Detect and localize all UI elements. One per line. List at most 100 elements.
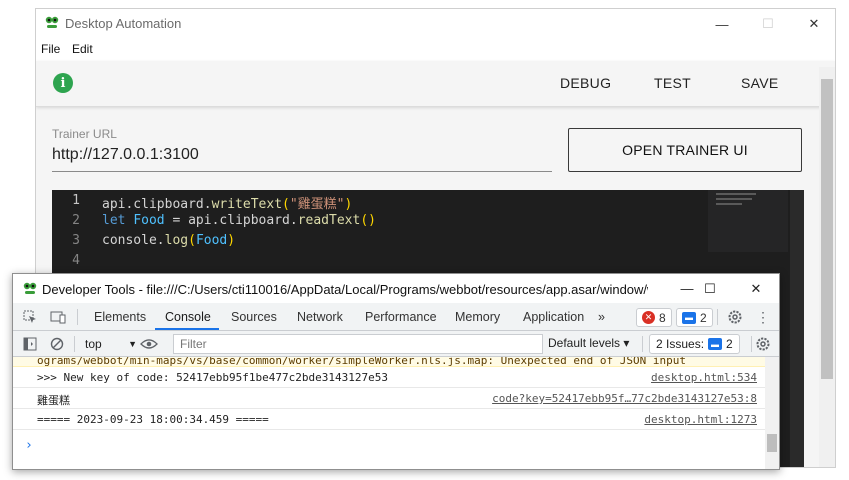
more-tabs-button[interactable]: » <box>598 310 605 324</box>
open-trainer-ui-button[interactable]: OPEN TRAINER UI <box>568 128 802 172</box>
console-source-link[interactable]: code?key=52417ebb95f…77c2bde3143127e53:8 <box>492 392 757 405</box>
console-warning-message: ograms/webbot/min-maps/vs/base/common/wo… <box>13 357 765 367</box>
context-select-value: top <box>85 337 102 351</box>
console-message-text: 雞蛋糕 <box>37 394 70 407</box>
devtools-window: Developer Tools - file:///C:/Users/cti11… <box>12 273 780 470</box>
code-token: ) <box>227 233 236 248</box>
info-icon-glyph: i <box>60 75 66 91</box>
close-icon: ✕ <box>808 16 820 31</box>
menu-file[interactable]: File <box>41 42 60 56</box>
issues-count: 2 <box>726 337 733 351</box>
devtools-close-button[interactable]: ✕ <box>733 274 779 303</box>
info-count-badge[interactable]: ▬ 2 <box>676 308 713 327</box>
test-button[interactable]: TEST <box>654 75 691 91</box>
error-count-badge[interactable]: ✕ 8 <box>636 308 672 327</box>
context-select[interactable]: top ▼ <box>83 335 139 353</box>
devtools-titlebar: Developer Tools - file:///C:/Users/cti11… <box>13 274 779 303</box>
console-source-link[interactable]: desktop.html:1273 <box>644 413 757 426</box>
code-token: () <box>360 213 376 228</box>
console-scrollbar[interactable] <box>765 357 779 469</box>
toolbar-divider <box>74 336 75 352</box>
kebab-menu-icon[interactable]: ⋮ <box>754 308 772 326</box>
toolbar-divider <box>77 309 78 325</box>
console-message-text: ===== 2023-09-23 18:00:34.459 ===== <box>37 413 269 426</box>
console-message-text: >>> New key of code: 52417ebb95f1be477c2… <box>37 371 388 384</box>
issues-label: 2 Issues: <box>656 337 705 351</box>
message-icon: ▬ <box>682 311 696 324</box>
console-filterbar: top ▼ Filter Default levels ▾ 2 Issues: … <box>13 331 779 357</box>
tab-network[interactable]: Network <box>297 310 343 324</box>
devtools-maximize-button[interactable]: ☐ <box>687 274 733 303</box>
console-message-text: ograms/webbot/min-maps/vs/base/common/wo… <box>37 357 687 367</box>
gear-icon[interactable] <box>754 335 772 353</box>
console-message: >>> New key of code: 52417ebb95f1be477c2… <box>13 367 765 388</box>
line-number: 1 <box>72 193 80 208</box>
info-count: 2 <box>700 310 707 325</box>
tab-application[interactable]: Application <box>523 310 584 324</box>
app-logo-icon <box>45 16 59 28</box>
maximize-icon: ☐ <box>762 16 774 31</box>
code-token: = api.clipboard. <box>164 213 298 228</box>
inspect-icon[interactable] <box>21 308 39 326</box>
code-line-1: api.clipboard.writeText("雞蛋糕") <box>102 193 352 212</box>
line-number: 4 <box>72 253 80 268</box>
code-token: ( <box>282 197 290 212</box>
trainer-url-label: Trainer URL <box>52 127 117 141</box>
gear-icon[interactable] <box>726 308 744 326</box>
code-token: writeText <box>211 197 283 212</box>
app-scrollbar-thumb[interactable] <box>821 79 833 379</box>
app-menubar: File Edit <box>36 39 835 61</box>
console-prompt[interactable]: › <box>25 438 33 453</box>
code-line-2: let Food = api.clipboard.readText() <box>102 213 376 228</box>
console-output: ograms/webbot/min-maps/vs/base/common/wo… <box>13 357 765 469</box>
tab-sources[interactable]: Sources <box>231 310 277 324</box>
console-filter-input[interactable]: Filter <box>173 334 543 354</box>
tab-elements[interactable]: Elements <box>94 310 146 324</box>
menu-edit[interactable]: Edit <box>72 42 93 56</box>
editor-scrollbar[interactable] <box>790 190 804 467</box>
toolbar-divider <box>751 336 752 352</box>
message-icon: ▬ <box>708 338 723 350</box>
app-toolbar: i DEBUG TEST SAVE <box>36 61 835 107</box>
trainer-url-input[interactable]: http://127.0.0.1:3100 <box>52 146 552 172</box>
console-message: 雞蛋糕 code?key=52417ebb95f…77c2bde3143127e… <box>13 388 765 409</box>
console-scrollbar-thumb[interactable] <box>767 434 777 452</box>
app-logo-icon <box>23 282 37 294</box>
code-token: let <box>102 213 126 228</box>
close-button[interactable]: ✕ <box>791 9 835 39</box>
debug-button[interactable]: DEBUG <box>560 75 611 91</box>
save-button[interactable]: SAVE <box>741 75 779 91</box>
code-token: api.clipboard. <box>102 197 212 212</box>
code-token: Food <box>133 213 165 228</box>
dropdown-arrow-icon: ▼ <box>128 339 137 349</box>
device-toolbar-icon[interactable] <box>49 308 67 326</box>
info-icon[interactable]: i <box>53 73 73 93</box>
console-source-link[interactable]: desktop.html:534 <box>651 371 757 384</box>
code-token: "雞蛋糕" <box>289 197 345 212</box>
log-levels-dropdown[interactable]: Default levels ▾ <box>548 336 629 350</box>
clear-console-icon[interactable] <box>48 335 66 353</box>
editor-minimap[interactable] <box>708 190 788 252</box>
issues-button[interactable]: 2 Issues: ▬ 2 <box>649 334 740 354</box>
app-title: Desktop Automation <box>65 16 182 31</box>
maximize-button[interactable]: ☐ <box>745 9 791 39</box>
eye-icon[interactable] <box>140 335 158 353</box>
console-message: ===== 2023-09-23 18:00:34.459 ===== desk… <box>13 409 765 430</box>
minimize-button[interactable]: — <box>699 9 745 39</box>
code-token: ( <box>188 233 196 248</box>
tab-console[interactable]: Console <box>165 310 211 324</box>
tab-memory[interactable]: Memory <box>455 310 500 324</box>
devtools-title: Developer Tools - file:///C:/Users/cti11… <box>42 282 648 297</box>
line-number: 3 <box>72 233 80 248</box>
sidebar-icon[interactable] <box>21 335 39 353</box>
app-titlebar: Desktop Automation — ☐ ✕ <box>36 9 835 39</box>
tab-performance[interactable]: Performance <box>365 310 437 324</box>
code-token: Food <box>195 233 228 248</box>
devtools-tabbar: Elements Console Sources Network Perform… <box>13 303 779 331</box>
code-line-3: console.log(Food) <box>102 233 235 248</box>
code-token: console. <box>102 233 165 248</box>
close-icon: ✕ <box>750 280 762 296</box>
minimize-icon: — <box>715 16 729 32</box>
toolbar-divider <box>642 336 643 352</box>
code-token: ) <box>344 197 353 212</box>
